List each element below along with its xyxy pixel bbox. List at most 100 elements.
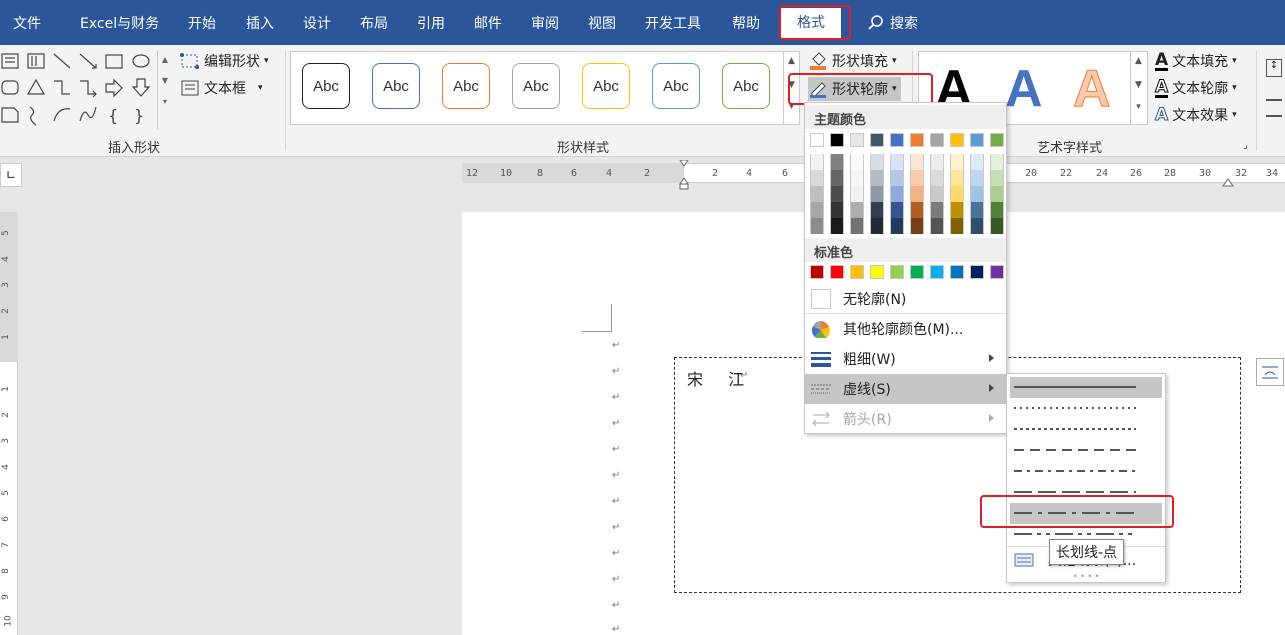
style-preset-3[interactable]: Abc — [442, 63, 490, 109]
theme-color-shade-swatch[interactable] — [970, 202, 984, 218]
text-box-button[interactable]: 文本框 ▾ — [180, 78, 263, 98]
theme-color-shade-swatch[interactable] — [930, 186, 944, 202]
theme-color-shade-swatch[interactable] — [990, 202, 1004, 218]
theme-color-shade-swatch[interactable] — [910, 170, 924, 186]
weight-item[interactable]: 粗细(W) — [805, 344, 1006, 374]
standard-color-swatch[interactable] — [950, 265, 964, 279]
theme-color-swatch[interactable] — [890, 133, 904, 147]
dash-option-dash-dot[interactable] — [1010, 461, 1162, 482]
theme-color-shade-swatch[interactable] — [850, 186, 864, 202]
theme-color-shade-swatch[interactable] — [910, 154, 924, 170]
theme-color-shade-swatch[interactable] — [870, 186, 884, 202]
text-outline-button[interactable]: A 文本轮廓 ▾ — [1154, 78, 1237, 98]
dash-option-square-dot[interactable] — [1010, 419, 1162, 440]
dash-option-dash[interactable] — [1010, 440, 1162, 461]
layout-options-button[interactable] — [1256, 358, 1284, 386]
theme-color-swatch[interactable] — [870, 133, 884, 147]
theme-color-shade-swatch[interactable] — [890, 170, 904, 186]
theme-color-shade-swatch[interactable] — [850, 154, 864, 170]
theme-color-shade-swatch[interactable] — [990, 218, 1004, 234]
theme-color-shade-swatch[interactable] — [830, 154, 844, 170]
theme-color-swatch[interactable] — [970, 133, 984, 147]
shapes-icons[interactable]: { } — [0, 51, 158, 129]
theme-color-shade-swatch[interactable] — [910, 218, 924, 234]
dialog-launcher-icon[interactable]: ⌟ — [1243, 140, 1248, 151]
theme-color-shade-swatch[interactable] — [950, 202, 964, 218]
search-box[interactable]: 搜索 — [868, 13, 918, 33]
theme-color-shade-swatch[interactable] — [950, 218, 964, 234]
theme-color-shade-swatch[interactable] — [910, 202, 924, 218]
theme-color-shade-swatch[interactable] — [970, 154, 984, 170]
wordart-preset-orange[interactable]: A — [1073, 61, 1112, 118]
theme-color-shade-swatch[interactable] — [870, 218, 884, 234]
text-direction-icon[interactable]: ↕ — [1266, 59, 1282, 77]
standard-color-swatch[interactable] — [870, 265, 884, 279]
tab-file[interactable]: 文件 — [13, 13, 41, 33]
tab-excel-finance[interactable]: Excel与财务 — [80, 13, 159, 33]
theme-color-shade-swatch[interactable] — [930, 170, 944, 186]
theme-color-shade-swatch[interactable] — [830, 202, 844, 218]
theme-color-shade-swatch[interactable] — [870, 170, 884, 186]
dash-option-round-dot[interactable] — [1010, 398, 1162, 419]
text-effect-button[interactable]: A 文本效果 ▾ — [1154, 105, 1236, 125]
style-preset-1[interactable]: Abc — [302, 63, 350, 109]
style-preset-7[interactable]: Abc — [722, 63, 770, 109]
theme-color-shade-swatch[interactable] — [950, 154, 964, 170]
theme-color-shade-swatch[interactable] — [930, 202, 944, 218]
standard-color-swatch[interactable] — [830, 265, 844, 279]
theme-color-shade-swatch[interactable] — [890, 202, 904, 218]
shapes-gallery-scroll[interactable]: ▲ ▼ ▾ — [157, 51, 172, 129]
theme-color-shade-swatch[interactable] — [870, 154, 884, 170]
theme-color-swatch[interactable] — [950, 133, 964, 147]
theme-color-shade-swatch[interactable] — [830, 186, 844, 202]
standard-color-swatch[interactable] — [850, 265, 864, 279]
theme-color-shade-swatch[interactable] — [810, 202, 824, 218]
tab-review[interactable]: 审阅 — [531, 13, 559, 33]
tab-mailings[interactable]: 邮件 — [474, 13, 502, 33]
theme-color-shade-swatch[interactable] — [950, 186, 964, 202]
theme-color-shade-swatch[interactable] — [990, 170, 1004, 186]
style-preset-4[interactable]: Abc — [512, 63, 560, 109]
theme-color-shade-swatch[interactable] — [890, 186, 904, 202]
shape-fill-button[interactable]: 形状填充 ▾ — [808, 51, 897, 71]
align-text-icon[interactable] — [1266, 99, 1282, 117]
theme-color-shade-swatch[interactable] — [850, 218, 864, 234]
tab-insert[interactable]: 插入 — [246, 13, 274, 33]
dashes-item[interactable]: 虚线(S) — [805, 374, 1006, 404]
tab-references[interactable]: 引用 — [417, 13, 445, 33]
theme-color-shade-swatch[interactable] — [990, 154, 1004, 170]
theme-color-shade-swatch[interactable] — [970, 218, 984, 234]
theme-color-shade-swatch[interactable] — [890, 154, 904, 170]
text-fill-button[interactable]: A 文本填充 ▾ — [1155, 51, 1237, 71]
wordart-gallery-scroll[interactable]: ▲ ▼ ▾ — [1130, 52, 1146, 124]
theme-color-shade-swatch[interactable] — [830, 170, 844, 186]
theme-color-shade-swatch[interactable] — [930, 154, 944, 170]
theme-color-shade-swatch[interactable] — [850, 170, 864, 186]
wordart-preset-blue[interactable]: A — [1005, 61, 1043, 117]
theme-color-swatch[interactable] — [810, 133, 824, 147]
standard-color-swatch[interactable] — [990, 265, 1004, 279]
theme-color-shade-swatch[interactable] — [810, 186, 824, 202]
theme-color-shade-swatch[interactable] — [910, 186, 924, 202]
indent-marker[interactable] — [679, 159, 689, 190]
theme-color-swatch[interactable] — [930, 133, 944, 147]
theme-color-shade-swatch[interactable] — [890, 218, 904, 234]
theme-color-shade-swatch[interactable] — [830, 218, 844, 234]
theme-color-shade-swatch[interactable] — [870, 202, 884, 218]
edit-shape-button[interactable]: 编辑形状 ▾ — [180, 51, 269, 71]
no-outline-item[interactable]: 无轮廓(N) — [805, 284, 1006, 314]
tab-developer[interactable]: 开发工具 — [645, 13, 701, 33]
theme-color-shade-swatch[interactable] — [930, 218, 944, 234]
theme-color-shade-swatch[interactable] — [850, 202, 864, 218]
theme-color-shade-swatch[interactable] — [810, 170, 824, 186]
standard-color-swatch[interactable] — [930, 265, 944, 279]
theme-color-shade-swatch[interactable] — [970, 170, 984, 186]
theme-color-shade-swatch[interactable] — [810, 154, 824, 170]
resize-grip[interactable]: • • • • — [1073, 572, 1100, 581]
style-preset-5[interactable]: Abc — [582, 63, 630, 109]
standard-color-swatch[interactable] — [910, 265, 924, 279]
standard-color-swatch[interactable] — [810, 265, 824, 279]
theme-color-shade-swatch[interactable] — [970, 186, 984, 202]
theme-color-swatch[interactable] — [910, 133, 924, 147]
dash-option-solid[interactable] — [1010, 377, 1162, 398]
